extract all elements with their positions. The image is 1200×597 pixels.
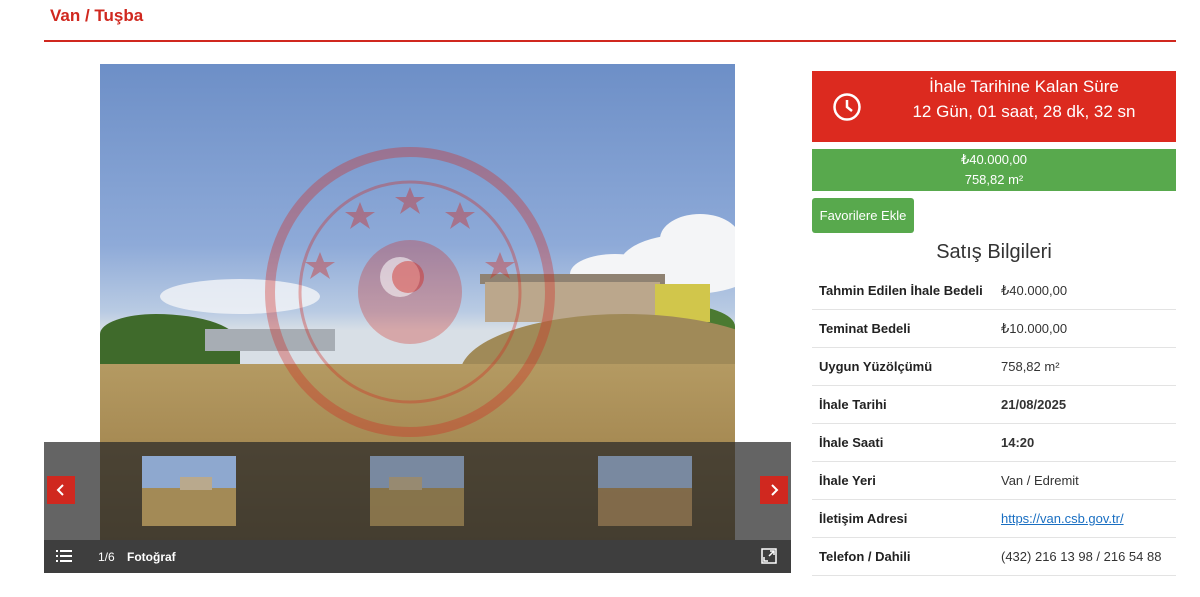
- row-key: İhale Tarihi: [812, 385, 994, 424]
- header-divider: [44, 40, 1176, 42]
- auction-countdown: İhale Tarihine Kalan Süre 12 Gün, 01 saa…: [812, 71, 1176, 142]
- row-key: İhale Saati: [812, 423, 994, 462]
- row-key: İletişim Adresi: [812, 499, 994, 538]
- next-photo-button[interactable]: [760, 476, 788, 504]
- sales-info-title: Satış Bilgileri: [936, 241, 1052, 263]
- table-row: Telefon / Dahili (432) 216 13 98 / 216 5…: [812, 537, 1176, 576]
- row-key: Uygun Yüzölçümü: [812, 347, 994, 386]
- photo-counter: 1/6: [98, 550, 115, 564]
- table-row: İletişim Adresi https://van.csb.gov.tr/: [812, 499, 1176, 538]
- price-area: 758,82 m²: [964, 172, 1024, 187]
- ministry-seal-watermark: [265, 147, 555, 437]
- expand-icon[interactable]: [761, 548, 777, 564]
- row-value: (432) 216 13 98 / 216 54 88: [994, 537, 1176, 576]
- photo-gallery: 1/6 Fotoğraf: [44, 64, 791, 573]
- thumb-ground: [142, 487, 236, 526]
- thumb-house: [388, 477, 422, 490]
- row-key: Tahmin Edilen İhale Bedeli: [812, 272, 994, 310]
- thumbnail[interactable]: [598, 456, 692, 526]
- row-value: 758,82 m²: [994, 347, 1176, 386]
- table-row: Uygun Yüzölçümü 758,82 m²: [812, 347, 1176, 386]
- row-value: 21/08/2025: [994, 385, 1176, 424]
- sales-info-table: Tahmin Edilen İhale Bedeli ₺40.000,00 Te…: [812, 272, 1176, 576]
- thumb-ground: [370, 487, 464, 526]
- thumb-house: [179, 477, 213, 490]
- add-to-favorites-button[interactable]: Favorilere Ekle: [812, 198, 914, 233]
- thumbnail-strip: [44, 442, 791, 540]
- row-value: Van / Edremit: [994, 461, 1176, 500]
- chevron-right-icon: [771, 484, 779, 496]
- price-summary: ₺40.000,00 758,82 m²: [812, 149, 1176, 191]
- table-row: Teminat Bedeli ₺10.000,00: [812, 309, 1176, 348]
- photo-type-label: Fotoğraf: [127, 550, 176, 564]
- table-row: İhale Yeri Van / Edremit: [812, 461, 1176, 500]
- countdown-title: İhale Tarihine Kalan Süre: [929, 77, 1119, 96]
- table-row: Tahmin Edilen İhale Bedeli ₺40.000,00: [812, 272, 1176, 310]
- table-row: İhale Tarihi 21/08/2025: [812, 385, 1176, 424]
- thumbnail[interactable]: [370, 456, 464, 526]
- thumbnail[interactable]: [142, 456, 236, 526]
- row-value: 14:20: [994, 423, 1176, 462]
- countdown-value: 12 Gün, 01 saat, 28 dk, 32 sn: [912, 102, 1136, 121]
- clock-icon: [833, 93, 861, 121]
- thumb-ground: [598, 487, 692, 526]
- row-value: https://van.csb.gov.tr/: [994, 499, 1176, 538]
- row-key: Teminat Bedeli: [812, 309, 994, 348]
- row-value: ₺40.000,00: [994, 272, 1176, 310]
- prev-photo-button[interactable]: [47, 476, 75, 504]
- price-amount: ₺40.000,00: [960, 152, 1028, 167]
- gallery-toolbar: 1/6 Fotoğraf: [44, 540, 791, 573]
- breadcrumb[interactable]: Van / Tuşba: [50, 6, 143, 26]
- cloud: [660, 214, 735, 264]
- row-value: ₺10.000,00: [994, 309, 1176, 348]
- contact-address-link[interactable]: https://van.csb.gov.tr/: [1001, 511, 1124, 526]
- row-key: İhale Yeri: [812, 461, 994, 500]
- list-icon[interactable]: [56, 549, 72, 563]
- table-row: İhale Saati 14:20: [812, 423, 1176, 462]
- chevron-left-icon: [56, 484, 64, 496]
- thumb-sky: [598, 456, 692, 488]
- row-key: Telefon / Dahili: [812, 537, 994, 576]
